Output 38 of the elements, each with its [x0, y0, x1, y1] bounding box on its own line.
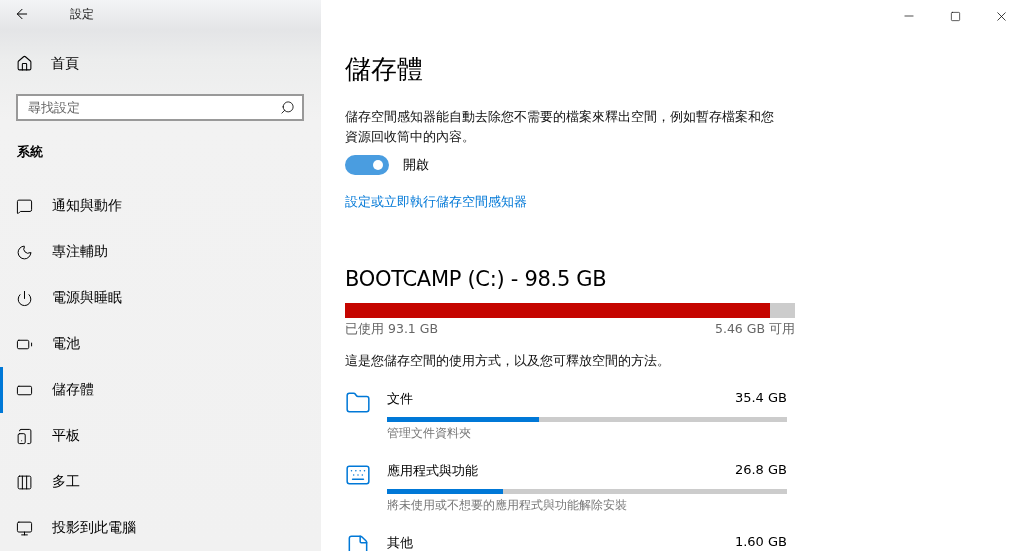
- sidebar-item[interactable]: 專注輔助: [0, 229, 321, 275]
- maximize-icon: [949, 10, 961, 22]
- used-space-text: 已使用 93.1 GB: [345, 321, 439, 338]
- drive-title: BOOTCAMP (C:) - 98.5 GB: [345, 267, 608, 291]
- sidebar-item[interactable]: 儲存體: [0, 367, 321, 413]
- home-link[interactable]: 首頁: [51, 54, 79, 73]
- sidebar-item[interactable]: 電源與睡眠: [0, 275, 321, 321]
- category-hint: 將未使用或不想要的應用程式與功能解除安裝: [387, 497, 628, 514]
- toggle-label: 開啟: [403, 156, 429, 174]
- search-icon[interactable]: [280, 99, 295, 115]
- category-name[interactable]: 文件: [387, 390, 413, 408]
- moon-icon: [16, 243, 33, 261]
- window-title: 設定: [70, 5, 94, 23]
- sidebar-item[interactable]: 通知與動作: [0, 183, 321, 229]
- sidebar-item[interactable]: 平板: [0, 413, 321, 459]
- description-text: 儲存空間感知器能自動去除您不需要的檔案來釋出空間，例如暫存檔案和您資源回收筒中的內容。: [345, 108, 775, 146]
- columns-icon: [16, 473, 33, 491]
- category-name[interactable]: 其他: [387, 534, 413, 551]
- home-icon[interactable]: [16, 55, 33, 73]
- speech-bubble-icon: [16, 197, 33, 215]
- page-title: 儲存體: [345, 53, 424, 86]
- sidebar-item[interactable]: 多工: [0, 459, 321, 505]
- monitor-icon: [16, 519, 33, 537]
- category-size: 35.4 GB: [734, 390, 787, 407]
- search-field[interactable]: 尋找設定: [16, 93, 304, 121]
- category-hint: 管理文件資料夾: [387, 425, 472, 442]
- sidebar-item[interactable]: 電池: [0, 321, 321, 367]
- free-space-text: 5.46 GB 可用: [714, 321, 795, 338]
- category-size: 26.8 GB: [734, 462, 787, 479]
- section-heading: 系統: [16, 142, 44, 161]
- sidebar-item[interactable]: 投影到此電腦: [0, 505, 321, 551]
- category-size: 1.60 GB: [734, 534, 787, 551]
- tablet-icon: [16, 427, 33, 445]
- category-name[interactable]: 應用程式與功能: [387, 462, 478, 480]
- power-icon: [16, 289, 33, 307]
- toggle-switch[interactable]: [345, 155, 389, 175]
- settings-link[interactable]: 設定或立即執行儲存空間感知器: [345, 193, 527, 211]
- usage-intro-text: 這是您儲存空間的使用方式，以及您可釋放空間的方法。: [345, 352, 671, 370]
